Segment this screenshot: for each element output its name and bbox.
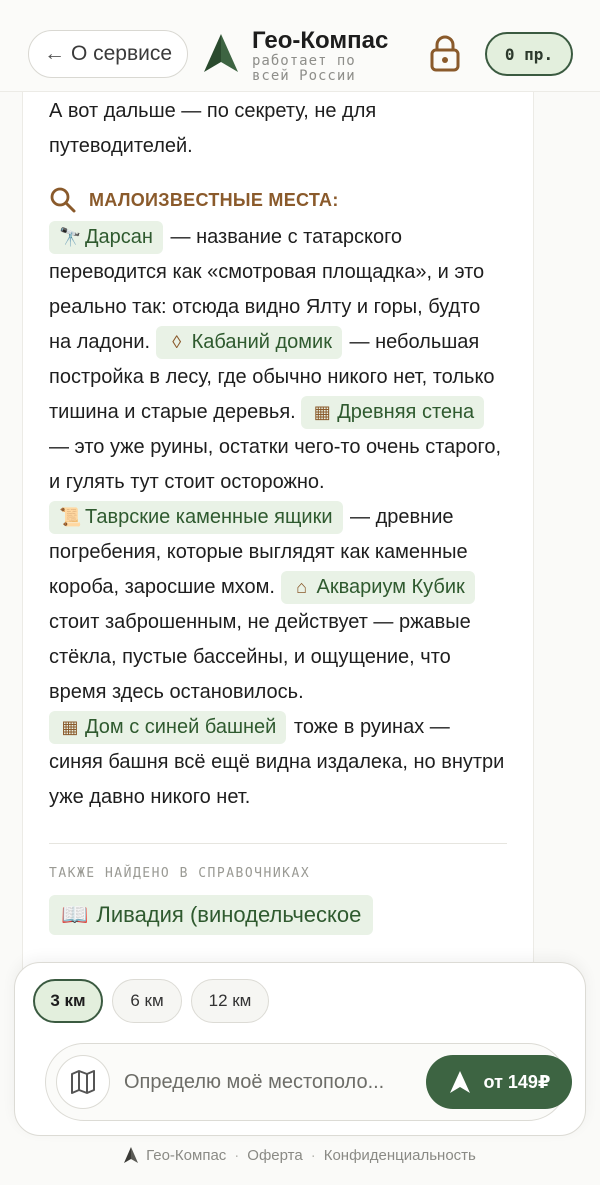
place-chip-drevnyaya-stena[interactable]: ▦ Древняя стена bbox=[301, 396, 485, 429]
find-places-button[interactable]: от 149₽ bbox=[426, 1055, 572, 1109]
brand-subtitle-1: работает по bbox=[252, 53, 356, 69]
credits-badge[interactable]: 0 пр. bbox=[485, 32, 573, 76]
place-chip-akvarium-kubik[interactable]: ⌂ Аквариум Кубик bbox=[280, 571, 475, 604]
map-icon bbox=[71, 1070, 95, 1094]
place-name: Аквариум Кубик bbox=[316, 576, 465, 598]
map-button[interactable] bbox=[56, 1055, 110, 1109]
radius-6km-button[interactable]: 6 км bbox=[112, 979, 182, 1023]
place-description: — это уже руины, остатки чего-то очень с… bbox=[49, 436, 502, 493]
place-chip-darsan[interactable]: 🔭 Дарсан bbox=[49, 221, 163, 254]
section-title: МАЛОИЗВЕСТНЫЕ МЕСТА: bbox=[49, 186, 507, 214]
place-chip-dom-s-bashnei[interactable]: ▦ Дом с синей башней bbox=[49, 711, 287, 744]
section-title-label: МАЛОИЗВЕСТНЫЕ МЕСТА: bbox=[89, 189, 339, 210]
brand[interactable]: Гео-Компас работает по всей России bbox=[204, 28, 388, 84]
places-paragraph: 🔭 Дарсан — название с татарского переводи… bbox=[49, 220, 507, 815]
lock-icon[interactable] bbox=[428, 34, 462, 72]
also-found-title: ТАКЖЕ НАЙДЕНО В СПРАВОЧНИКАХ bbox=[49, 866, 311, 881]
scroll-icon: 📜 bbox=[59, 507, 82, 527]
privacy-link[interactable]: Конфиденциальность bbox=[324, 1147, 476, 1164]
navigation-arrow-icon bbox=[449, 1071, 470, 1093]
intro-text: А вот дальше — по секрету, не для путево… bbox=[49, 100, 377, 157]
content-card: А вот дальше — по секрету, не для путево… bbox=[22, 92, 534, 992]
brick-wall-icon: ▦ bbox=[61, 717, 79, 737]
back-arrow-icon: ← bbox=[43, 42, 65, 65]
brand-subtitle-2: всей России bbox=[252, 68, 356, 84]
footer-separator: · bbox=[310, 1146, 316, 1164]
offer-link[interactable]: Оферта bbox=[247, 1147, 302, 1164]
divider bbox=[49, 843, 507, 844]
search-panel: 3 км 6 км 12 км от 149₽ bbox=[14, 962, 586, 1136]
drop-icon: ◊ bbox=[172, 332, 182, 352]
also-found-chip[interactable]: 📖 Ливадия (винодельческое bbox=[49, 895, 374, 935]
home-icon: ⌂ bbox=[296, 577, 307, 597]
place-name: Таврские каменные ящики bbox=[85, 506, 333, 528]
also-found-name: Ливадия (винодельческое bbox=[96, 902, 362, 927]
brand-title: Гео-Компас bbox=[252, 27, 389, 54]
radius-selector: 3 км 6 км 12 км bbox=[33, 979, 269, 1023]
radius-12km-button[interactable]: 12 км bbox=[191, 979, 269, 1023]
book-icon: 📖 bbox=[61, 902, 89, 927]
compass-arrow-logo bbox=[204, 34, 238, 72]
about-service-button[interactable]: ← О сервисе bbox=[28, 30, 188, 78]
footer: Гео-Компас · Оферта · Конфиденциальность bbox=[0, 1143, 600, 1167]
find-places-label: от 149₽ bbox=[483, 1071, 551, 1092]
telescope-icon: 🔭 bbox=[59, 227, 82, 247]
radius-3km-button[interactable]: 3 км bbox=[33, 979, 103, 1023]
place-name: Дом с синей башней bbox=[85, 716, 277, 738]
header: ← О сервисе Гео-Компас работает по всей … bbox=[0, 0, 600, 92]
place-chip-tavrskie-yashchiki[interactable]: 📜 Таврские каменные ящики bbox=[49, 501, 343, 534]
place-name: Кабаний домик bbox=[191, 331, 332, 353]
footer-brand: Гео-Компас bbox=[146, 1146, 227, 1164]
search-icon bbox=[50, 187, 76, 213]
location-search-bar: от 149₽ bbox=[45, 1043, 572, 1121]
place-name: Древняя стена bbox=[337, 401, 475, 423]
brick-wall-icon: ▦ bbox=[313, 402, 331, 422]
place-description: стоит заброшенным, не действует — ржавые… bbox=[49, 611, 471, 703]
compass-arrow-logo bbox=[124, 1147, 139, 1163]
place-name: Дарсан bbox=[85, 226, 153, 248]
back-label: О сервисе bbox=[70, 42, 173, 65]
place-chip-kabaniy-domik[interactable]: ◊ Кабаний домик bbox=[155, 326, 342, 359]
location-input[interactable] bbox=[124, 1066, 424, 1098]
footer-separator: · bbox=[234, 1146, 240, 1164]
